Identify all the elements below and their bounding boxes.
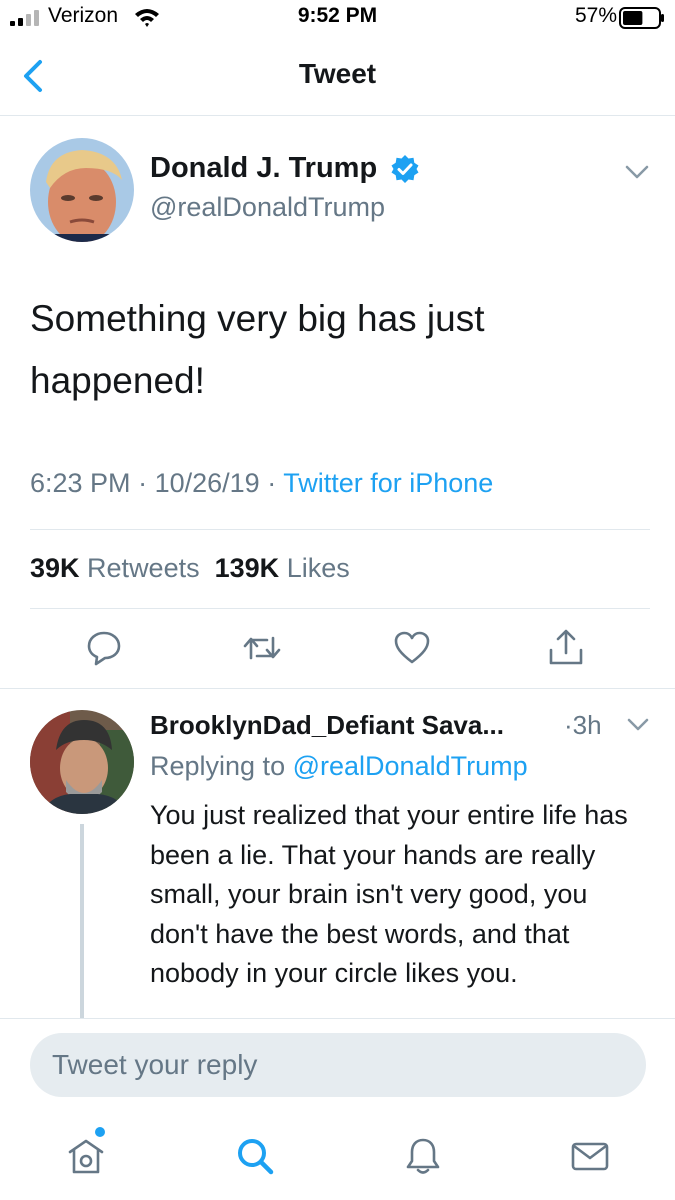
thread-line [80, 824, 84, 1018]
reply-options-chevron-icon[interactable] [626, 716, 650, 734]
reply-input[interactable]: Tweet your reply [30, 1033, 646, 1097]
status-time: 9:52 PM [297, 4, 378, 27]
reply-time: ·3h [564, 710, 602, 740]
tweet-options-chevron-icon[interactable] [624, 162, 650, 182]
author-avatar-image [30, 138, 134, 242]
likes-stat[interactable]: 139K Likes [215, 553, 350, 583]
share-icon[interactable] [546, 628, 586, 668]
tweet-source-link[interactable]: Twitter for iPhone [283, 468, 493, 498]
notifications-bell-icon[interactable] [403, 1136, 443, 1176]
tweet-time: 6:23 PM [30, 468, 131, 498]
author-handle[interactable]: @realDonaldTrump [150, 192, 385, 223]
meta-separator: · [267, 468, 277, 498]
page-title: Tweet [298, 58, 377, 89]
meta-separator: · [138, 468, 148, 498]
replying-to-mention[interactable]: @realDonaldTrump [293, 751, 528, 781]
battery-icon [619, 7, 664, 29]
divider [30, 529, 650, 530]
tweet-text: Something very big has just happened! [30, 298, 485, 401]
reply-icon[interactable] [84, 628, 124, 668]
tweet-stats: 39K Retweets 139K Likes [30, 553, 350, 584]
reply-avatar-image [30, 710, 134, 814]
search-icon[interactable] [235, 1136, 275, 1176]
retweet-count: 39K [30, 553, 80, 583]
like-count: 139K [214, 553, 280, 583]
author-avatar[interactable] [30, 138, 134, 242]
tweet-meta: 6:23 PM · 10/26/19 · Twitter for iPhone [30, 468, 493, 499]
status-bar: Verizon 9:52 PM 57% [0, 0, 675, 36]
battery-percent: 57% [574, 4, 617, 27]
tweet-date: 10/26/19 [154, 468, 260, 498]
retweet-label: Retweets [87, 553, 200, 583]
home-icon[interactable] [66, 1136, 106, 1176]
retweets-stat[interactable]: 39K Retweets [30, 553, 200, 583]
nav-header: Tweet [0, 36, 675, 116]
messages-envelope-icon[interactable] [570, 1136, 610, 1176]
author-name[interactable]: Donald J. Trump [150, 152, 377, 185]
reply-author-avatar[interactable] [30, 710, 134, 814]
like-heart-icon[interactable] [392, 628, 432, 668]
reply-text: You just realized that your entire life … [150, 800, 628, 988]
replying-prefix: Replying to [150, 751, 286, 781]
divider [0, 688, 675, 689]
reply-author-name[interactable]: BrooklynDad_Defiant Sava... [150, 710, 504, 741]
retweet-icon[interactable] [242, 628, 282, 668]
verified-badge-icon [391, 155, 419, 183]
replying-to: Replying to @realDonaldTrump [150, 751, 528, 782]
reply-placeholder: Tweet your reply [52, 1049, 258, 1080]
like-label: Likes [286, 553, 350, 583]
home-notification-dot [95, 1127, 105, 1137]
divider [30, 608, 650, 609]
